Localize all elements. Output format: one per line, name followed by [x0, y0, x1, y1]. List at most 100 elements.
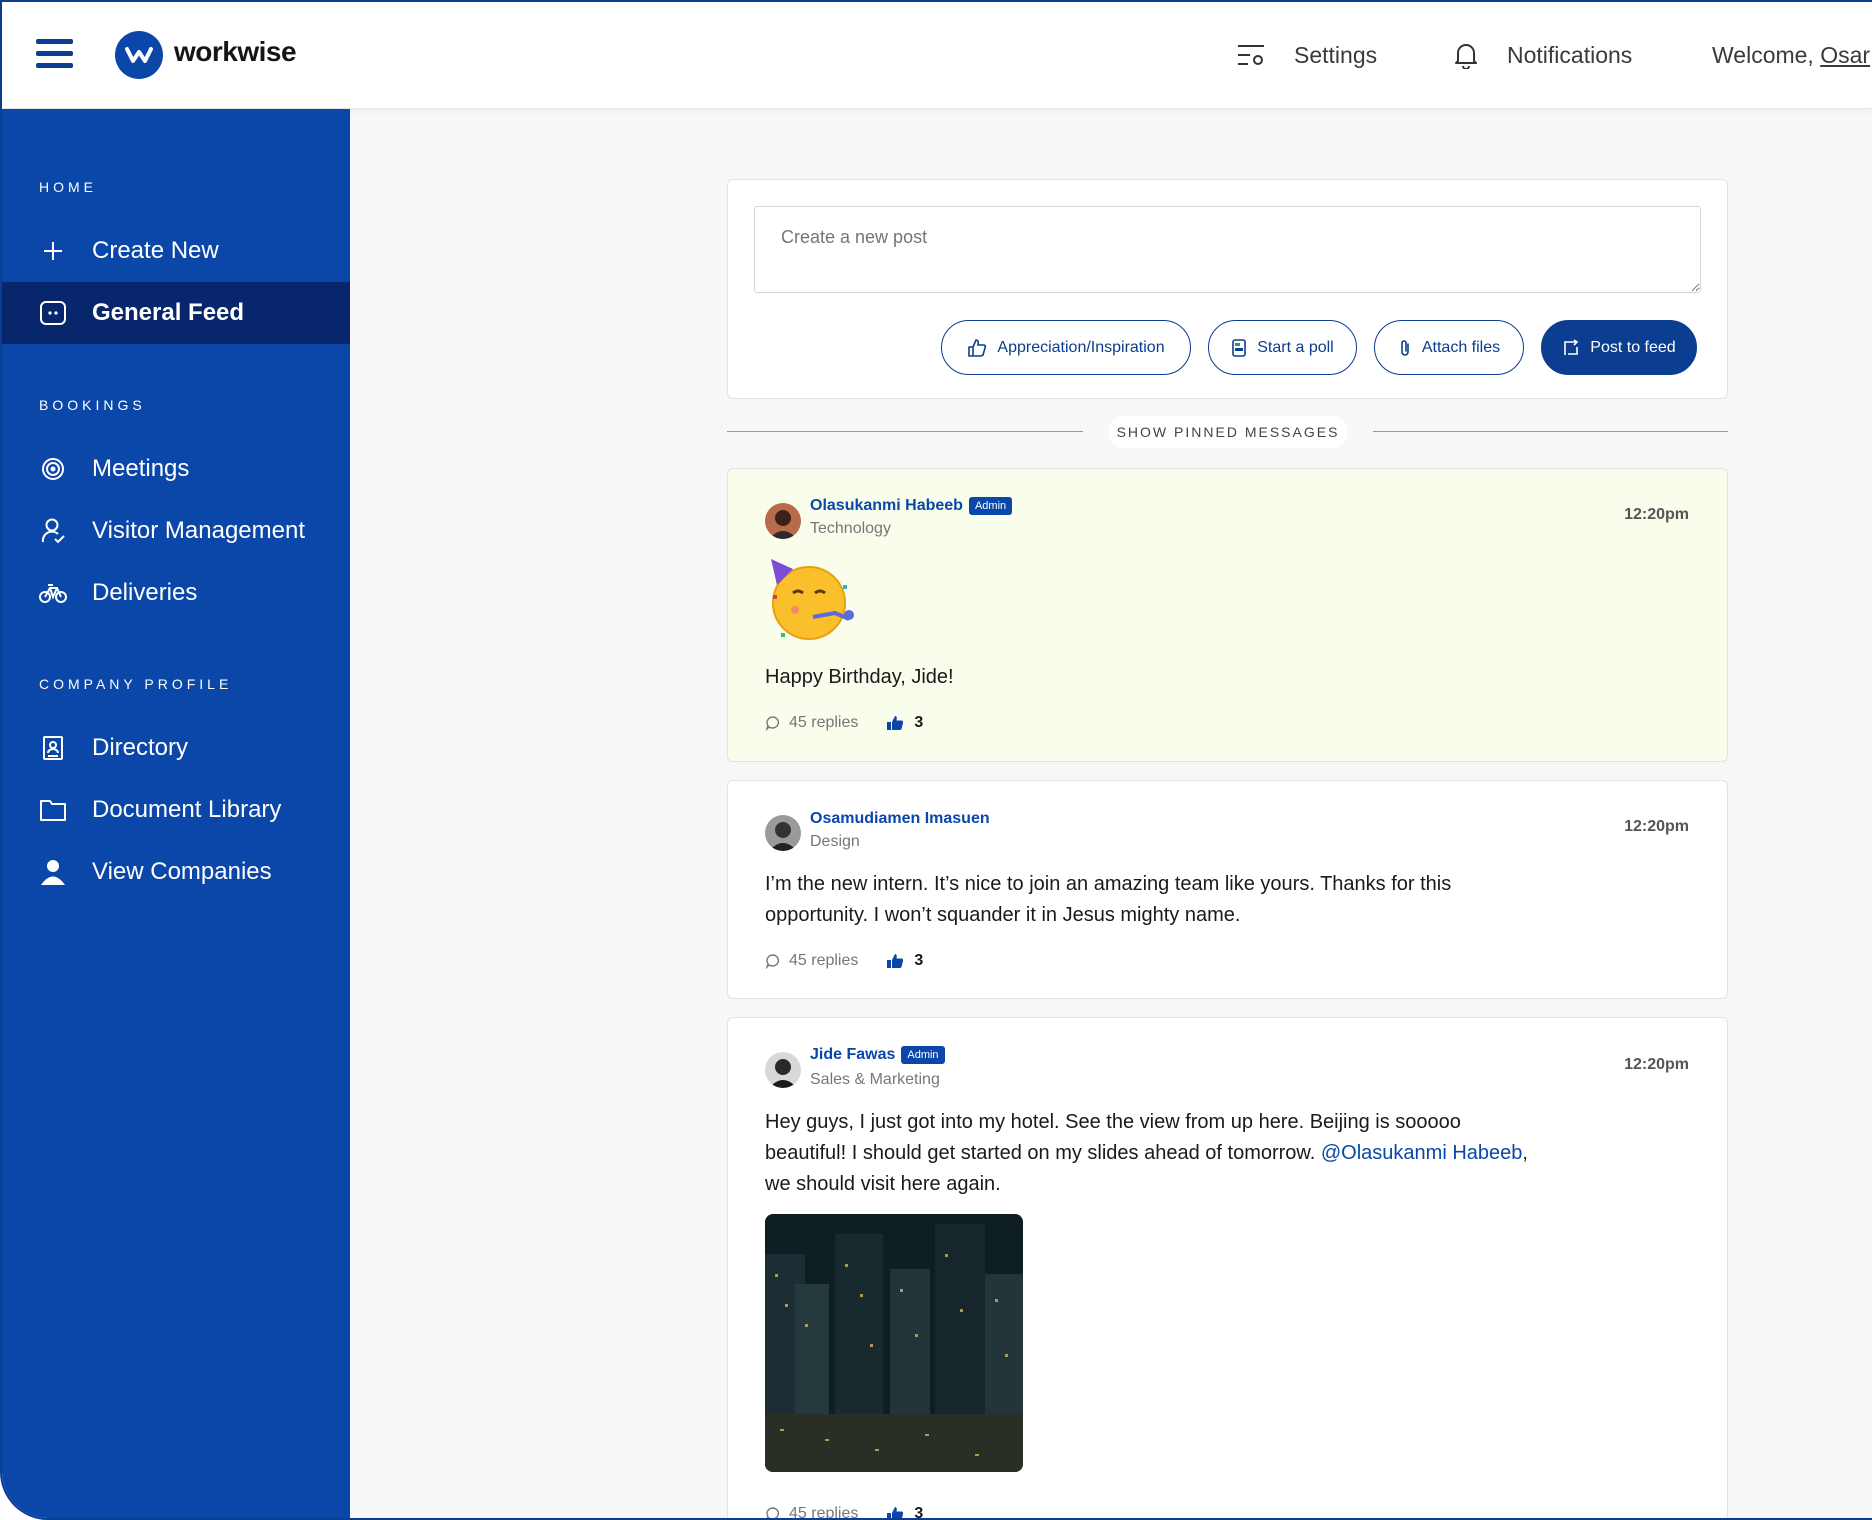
thumbs-up-icon [887, 716, 904, 730]
attach-label: Attach files [1421, 338, 1501, 356]
likes-count: 3 [914, 1505, 924, 1520]
post-time: 12:20pm [1624, 506, 1689, 523]
welcome-user[interactable]: Welcome, Osar [1712, 38, 1870, 72]
sidebar-item-meetings[interactable]: Meetings [2, 438, 350, 500]
app-window: workwise Settings Notifications Welcome,… [0, 0, 1872, 1520]
replies-count: 45 replies [789, 714, 859, 731]
section-bookings: BOOKINGS [39, 397, 146, 413]
post-meta: 45 replies 3 [765, 714, 923, 732]
post-author[interactable]: Jide Fawas Admin [810, 1046, 945, 1064]
like-button[interactable]: 3 [886, 1505, 924, 1520]
replies-link[interactable]: 45 replies [765, 714, 858, 732]
sidebar-item-visitor-management[interactable]: Visitor Management [2, 500, 350, 562]
like-button[interactable]: 3 [886, 714, 923, 732]
author-name: Osamudiamen Imasuen [810, 810, 990, 827]
post-meta: 45 replies 3 [765, 1505, 924, 1520]
sidebar-item-deliveries[interactable]: Deliveries [2, 562, 350, 624]
folder-icon [38, 795, 68, 825]
section-company-profile: COMPANY PROFILE [39, 676, 233, 692]
visitor-icon [38, 516, 68, 546]
post-image[interactable] [765, 1214, 1023, 1472]
post-text: I’m the new intern. It’s nice to join an… [765, 873, 1452, 926]
contact-book-icon [38, 733, 68, 763]
post-meta: 45 replies 3 [765, 952, 923, 970]
logo-text: workwise [174, 36, 297, 67]
appreciation-button[interactable]: Appreciation/Inspiration [941, 320, 1191, 375]
divider [1373, 431, 1728, 432]
post-time: 12:20pm [1624, 1056, 1689, 1073]
settings-icon [1238, 45, 1264, 65]
post-author[interactable]: Osamudiamen Imasuen [810, 810, 990, 828]
likes-count: 3 [914, 952, 924, 969]
sidebar-item-label: Meetings [92, 455, 190, 482]
sidebar-item-label: General Feed [92, 299, 245, 326]
sidebar: HOME Create New General Feed BOOKINGS Me… [2, 109, 350, 1518]
poll-icon [1232, 338, 1247, 357]
thumbs-up-icon [887, 954, 904, 968]
sidebar-item-document-library[interactable]: Document Library [2, 779, 350, 841]
person-icon [38, 857, 68, 887]
bell-icon [1455, 44, 1477, 69]
feed-post: Olasukanmi Habeeb Admin Technology 12:20… [727, 468, 1728, 762]
post-department: Design [810, 833, 860, 850]
menu-icon[interactable] [36, 39, 73, 69]
party-face-icon [765, 555, 855, 650]
welcome-name[interactable]: Osar [1820, 42, 1870, 69]
sidebar-item-label: Directory [92, 734, 189, 761]
sidebar-item-directory[interactable]: Directory [2, 717, 350, 779]
author-name: Jide Fawas [810, 1046, 896, 1063]
replies-count: 45 replies [789, 1505, 859, 1520]
post-author[interactable]: Olasukanmi Habeeb Admin [810, 497, 1013, 515]
replies-link[interactable]: 45 replies [765, 952, 858, 970]
comment-icon [765, 716, 780, 731]
sidebar-item-view-companies[interactable]: View Companies [2, 841, 350, 903]
sidebar-item-create-new[interactable]: Create New [2, 220, 350, 282]
author-name: Olasukanmi Habeeb [810, 497, 963, 514]
post-time: 12:20pm [1624, 818, 1689, 835]
sidebar-item-label: Visitor Management [92, 517, 305, 544]
feed-icon [38, 298, 68, 328]
admin-badge: Admin [968, 497, 1013, 515]
show-pinned-button[interactable]: SHOW PINNED MESSAGES [1108, 416, 1348, 448]
sidebar-item-general-feed[interactable]: General Feed [2, 282, 350, 344]
thumbs-up-icon [887, 1507, 904, 1518]
post-department: Sales & Marketing [810, 1071, 940, 1088]
start-poll-button[interactable]: Start a poll [1208, 320, 1357, 375]
comment-icon [765, 954, 780, 969]
feed-post: Osamudiamen Imasuen Design 12:20pm I’m t… [727, 780, 1728, 999]
post-department: Technology [810, 520, 891, 537]
post-label: Post to feed [1590, 338, 1676, 356]
sidebar-item-label: View Companies [92, 858, 272, 885]
sidebar-item-label: Create New [92, 237, 219, 264]
replies-count: 45 replies [789, 952, 859, 969]
notifications-button[interactable]: Notifications [1453, 38, 1632, 72]
top-bar: workwise Settings Notifications Welcome,… [2, 2, 1872, 109]
post-text: Happy Birthday, Jide! [765, 666, 954, 688]
bicycle-icon [38, 578, 68, 608]
sidebar-item-label: Deliveries [92, 579, 198, 606]
avatar[interactable] [765, 1052, 801, 1088]
post-to-feed-button[interactable]: Post to feed [1541, 320, 1697, 375]
settings-label: Settings [1294, 41, 1378, 68]
notifications-label: Notifications [1507, 41, 1633, 68]
comment-icon [766, 1507, 780, 1518]
user-mention[interactable]: @Olasukanmi Habeeb [1321, 1142, 1523, 1164]
post-composer: Appreciation/Inspiration Start a poll At… [727, 179, 1728, 399]
appreciation-label: Appreciation/Inspiration [997, 338, 1165, 356]
replies-link[interactable]: 45 replies [765, 1505, 859, 1520]
likes-count: 3 [914, 714, 924, 731]
logo-icon [115, 31, 163, 79]
sidebar-item-label: Document Library [92, 796, 282, 823]
avatar[interactable] [765, 815, 801, 851]
pinned-separator: SHOW PINNED MESSAGES [727, 414, 1728, 450]
welcome-prefix: Welcome, [1712, 41, 1814, 68]
avatar[interactable] [765, 503, 801, 539]
settings-button[interactable]: Settings [1236, 38, 1377, 72]
new-post-input[interactable] [754, 206, 1701, 293]
admin-badge: Admin [901, 1046, 945, 1064]
like-button[interactable]: 3 [886, 952, 923, 970]
divider [727, 431, 1083, 432]
plus-icon [38, 236, 68, 266]
attach-files-button[interactable]: Attach files [1374, 320, 1524, 375]
poll-label: Start a poll [1257, 338, 1334, 356]
